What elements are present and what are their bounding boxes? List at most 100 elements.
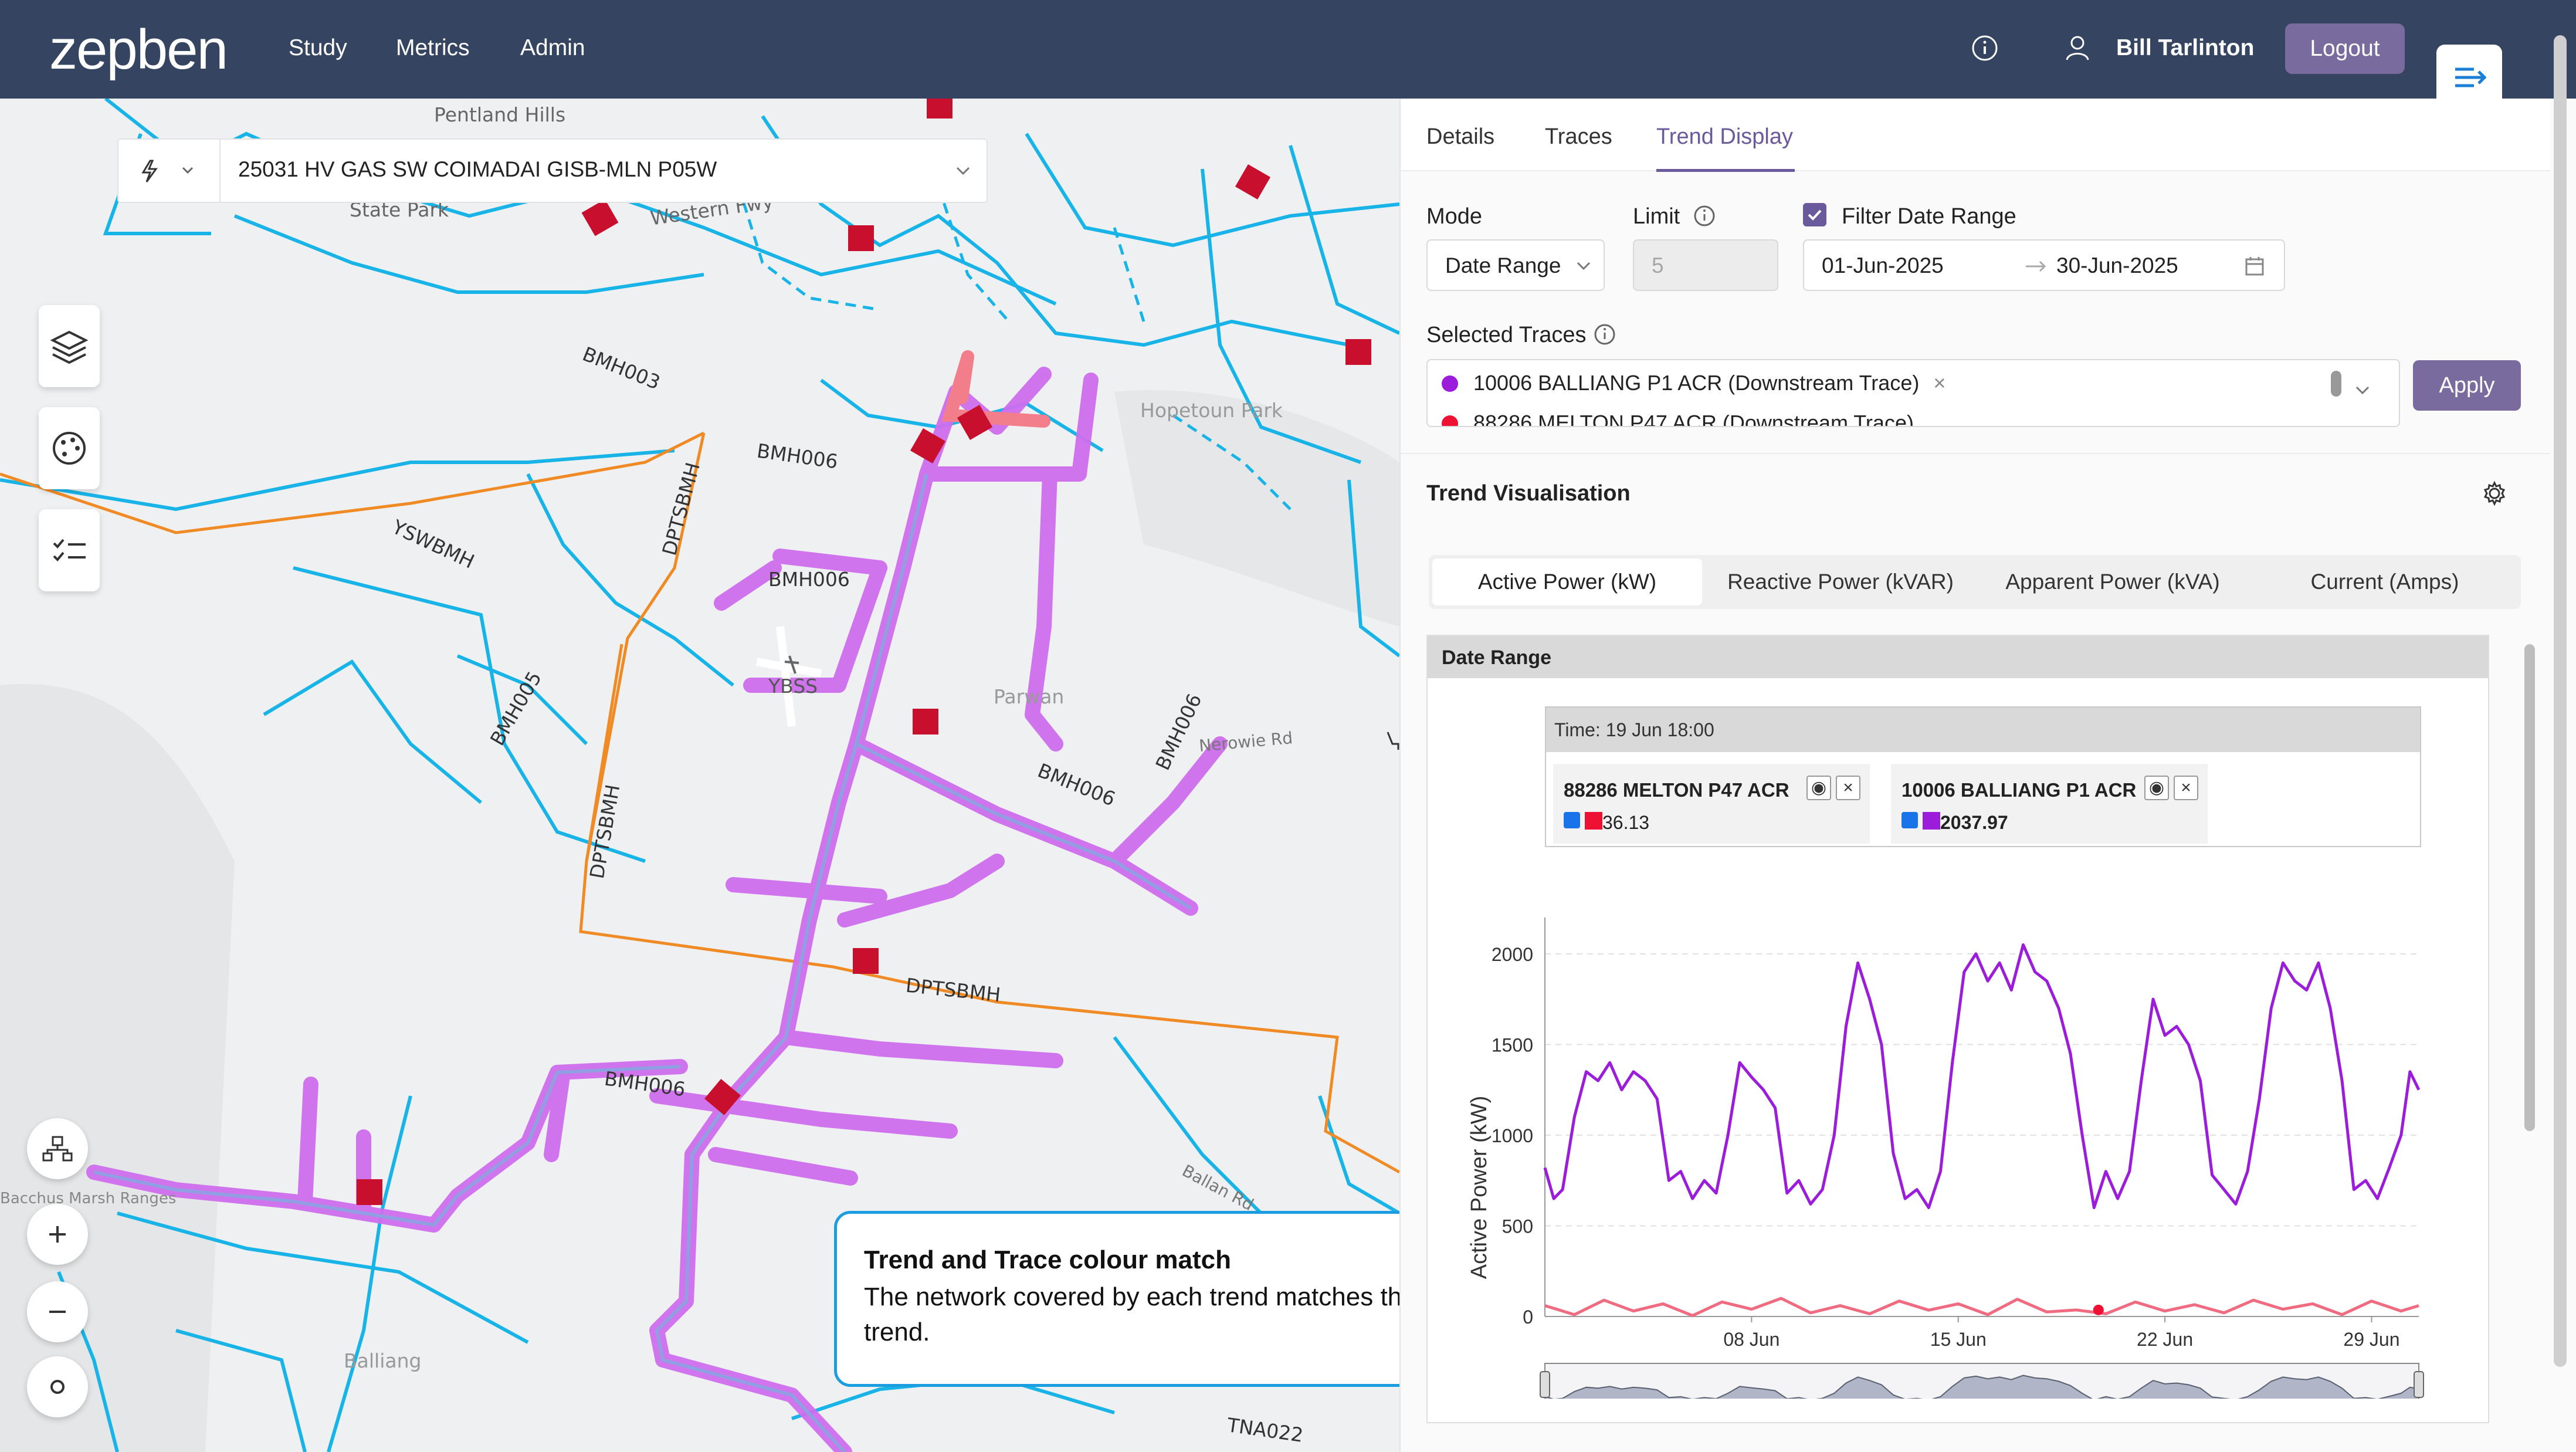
legend-item-melton: 88286 MELTON P47 ACR ◉ × 36.13 [1553, 764, 1870, 844]
legend-checkbox[interactable] [1902, 812, 1918, 828]
trend-chart-card: Date Range Time: 19 Jun 18:00 88286 MELT… [1426, 635, 2489, 1423]
legend-swatch [1585, 812, 1602, 830]
divider [1401, 453, 2550, 454]
legend-name: 10006 BALLIANG P1 ACR [1902, 779, 2137, 801]
locate-button[interactable] [27, 1356, 88, 1417]
checklist-icon [53, 539, 86, 561]
legend-checkbox[interactable] [1564, 812, 1580, 828]
side-panel: Details Traces Trend Display Mode Date R… [1399, 99, 2576, 1452]
legend-value: 2037.97 [1940, 812, 2008, 833]
date-range-picker[interactable]: 01-Jun-2025 30-Jun-2025 [1803, 239, 2285, 291]
y-tick-label: 1500 [1492, 1034, 1533, 1055]
nav-admin[interactable]: Admin [520, 35, 585, 61]
tab-traces[interactable]: Traces [1545, 124, 1612, 150]
layers-button[interactable] [39, 305, 100, 387]
panel-scrollbar[interactable] [2524, 644, 2535, 1131]
limit-info-icon[interactable] [1692, 203, 1717, 229]
gear-icon[interactable] [2479, 478, 2510, 509]
hover-header: Time: 19 Jun 18:00 [1546, 708, 2420, 752]
x-tick-label: 08 Jun [1723, 1329, 1780, 1350]
hand-cursor-icon [1387, 732, 1399, 750]
checklist-button[interactable] [39, 509, 100, 591]
active-power-chart[interactable]: 0 500 1000 1500 2000 08 Jun 15 Jun 22 Jun 29 Jun… [1428, 894, 2488, 1399]
nav-metrics[interactable]: Metrics [396, 35, 470, 61]
feeder-select-value: 25031 HV GAS SW COIMADAI GISB-MLN P05W [238, 157, 717, 181]
trace-color-dot [1442, 375, 1458, 392]
zoom-in-button[interactable] [27, 1204, 88, 1265]
legend-value: 36.13 [1602, 812, 1650, 833]
tab-active-power[interactable]: Active Power (kW) [1432, 559, 1702, 605]
range-handle-right [2414, 1371, 2424, 1398]
map-label-hopetoun-park: Hopetoun Park [1140, 399, 1283, 422]
trace-chip-balliang[interactable]: 10006 BALLIANG P1 ACR (Downstream Trace)… [1442, 371, 1945, 395]
map-label-ybss: YBSS [768, 675, 818, 698]
trend-visualisation-title: Trend Visualisation [1426, 481, 1631, 506]
palette-icon [53, 432, 86, 465]
feeder-type-dropdown[interactable] [118, 140, 221, 202]
zoom-out-button[interactable] [27, 1281, 88, 1342]
user-icon [2066, 36, 2089, 60]
tab-current[interactable]: Current (Amps) [2250, 555, 2520, 609]
check-icon [1808, 209, 1822, 221]
calendar-icon [2245, 257, 2264, 276]
eye-icon[interactable]: ◉ [2144, 776, 2169, 800]
minus-icon [49, 1311, 66, 1313]
series-line [1543, 943, 2421, 1209]
date-to[interactable]: 30-Jun-2025 [2056, 253, 2178, 278]
y-axis-label: Active Power (kW) [1467, 1096, 1492, 1279]
chevron-down-icon [956, 167, 970, 175]
map-label-pentland-hills: Pentland Hills [434, 103, 566, 126]
tab-reactive-power[interactable]: Reactive Power (kVAR) [1706, 555, 1975, 609]
hierarchy-button[interactable] [27, 1118, 88, 1179]
trace-color-dot [1442, 415, 1458, 426]
traces-info-icon[interactable] [1592, 321, 1618, 347]
style-button[interactable] [39, 407, 100, 489]
hierarchy-icon [42, 1136, 73, 1162]
feeder-select[interactable]: 25031 HV GAS SW COIMADAI GISB-MLN P05W [117, 138, 988, 203]
map-label-balliang: Balliang [344, 1349, 422, 1372]
page-scrollbar[interactable] [2554, 35, 2567, 1367]
eye-icon[interactable]: ◉ [1806, 776, 1831, 800]
hover-marker [2093, 1304, 2104, 1315]
filter-date-label: Filter Date Range [1842, 204, 2016, 229]
apply-button[interactable]: Apply [2413, 360, 2521, 411]
logout-button[interactable]: Logout [2285, 23, 2405, 74]
user-name: Bill Tarlinton [2116, 35, 2255, 60]
zepben-logo[interactable]: zepben [49, 18, 228, 82]
tab-trend-display[interactable]: Trend Display [1656, 124, 1793, 150]
active-tab-indicator [1656, 169, 1795, 172]
remove-trace-icon[interactable]: × [1933, 371, 1945, 395]
tab-apparent-power[interactable]: Apparent Power (kVA) [1978, 555, 2248, 609]
selected-traces-select[interactable]: 10006 BALLIANG P1 ACR (Downstream Trace)… [1426, 359, 2400, 427]
arrow-right-icon [2026, 260, 2046, 272]
tab-details[interactable]: Details [1426, 124, 1494, 150]
limit-value: 5 [1652, 253, 1664, 277]
date-from[interactable]: 01-Jun-2025 [1822, 253, 1944, 278]
nav-study[interactable]: Study [289, 35, 347, 61]
card-title: Date Range [1442, 647, 1552, 669]
map-label-parwan: Parwan [994, 685, 1065, 708]
callout-title: Trend and Trace colour match [864, 1245, 1231, 1274]
x-tick-label: 22 Jun [2137, 1329, 2193, 1350]
chip-scrollbar[interactable] [2331, 371, 2341, 397]
limit-input[interactable]: 5 [1633, 239, 1778, 291]
lightning-icon [141, 160, 194, 182]
info-icon[interactable] [1971, 34, 1999, 62]
close-icon[interactable]: × [2174, 776, 2198, 800]
x-tick-label: 15 Jun [1930, 1329, 1987, 1350]
layers-icon [50, 330, 89, 364]
x-tick-label: 29 Jun [2343, 1329, 2399, 1350]
filter-date-checkbox[interactable] [1803, 203, 1826, 226]
hover-time: Time: 19 Jun 18:00 [1554, 719, 1714, 740]
card-header: Date Range [1428, 636, 2488, 678]
locate-icon [50, 1380, 65, 1394]
limit-label: Limit [1633, 204, 1680, 229]
trace-chip-melton[interactable]: 88286 MELTON P47 ACR (Downstream Trace) [1442, 411, 1914, 427]
chevron-down-icon [2355, 386, 2370, 395]
trace-chip-label: 88286 MELTON P47 ACR (Downstream Trace) [1473, 411, 1914, 427]
network-map[interactable]: Pentland Hills State Park Western Fwy BM… [0, 99, 1399, 1452]
mode-select[interactable]: Date Range [1426, 239, 1605, 291]
top-navigation-bar: zepben Study Metrics Admin Bill Tarlinto… [0, 0, 2576, 108]
legend-swatch [1923, 812, 1940, 830]
close-icon[interactable]: × [1836, 776, 1860, 800]
